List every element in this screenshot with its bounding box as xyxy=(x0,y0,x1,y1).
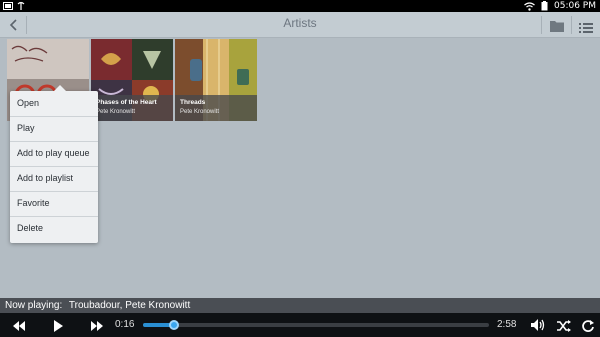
menu-item-play[interactable]: Play xyxy=(10,116,98,141)
album-tile[interactable]: Threads Pete Kronowitt xyxy=(175,39,257,121)
now-playing-bar[interactable]: Now playing: Troubadour, Pete Kronowitt xyxy=(0,298,600,313)
album-artist: Pete Kronowitt xyxy=(180,109,220,115)
context-menu: Open Play Add to play queue Add to playl… xyxy=(10,85,98,243)
folder-icon[interactable] xyxy=(549,18,565,32)
menu-item-favorite[interactable]: Favorite xyxy=(10,191,98,216)
now-playing-label: Now playing: xyxy=(5,300,63,311)
notification-icon xyxy=(3,1,13,10)
status-bar: 05:06 PM xyxy=(0,0,600,12)
album-title: Phases of the Heart xyxy=(96,99,157,106)
album-caption: Threads Pete Kronowitt xyxy=(175,95,257,121)
fast-forward-icon[interactable] xyxy=(90,318,104,332)
menu-item-add-to-playlist[interactable]: Add to playlist xyxy=(10,166,98,191)
wifi-icon xyxy=(524,1,535,11)
album-title: Threads xyxy=(180,99,206,106)
elapsed-time: 0:16 xyxy=(115,319,135,330)
menu-item-delete[interactable]: Delete xyxy=(10,216,98,241)
play-icon[interactable] xyxy=(52,318,64,332)
album-caption: Phases of the Heart Pete Kronowitt xyxy=(91,95,173,121)
now-playing-track: Troubadour, Pete Kronowitt xyxy=(68,300,191,311)
album-tile[interactable]: Phases of the Heart Pete Kronowitt xyxy=(91,39,173,121)
rewind-icon[interactable] xyxy=(12,318,26,332)
seek-bar[interactable] xyxy=(143,323,489,327)
menu-item-open[interactable]: Open xyxy=(10,91,98,116)
shuffle-icon[interactable] xyxy=(556,318,572,332)
divider xyxy=(541,16,542,34)
page-title: Artists xyxy=(283,16,317,30)
volume-icon[interactable] xyxy=(530,317,546,331)
artists-grid: Phases of the Heart Pete Kronowitt Threa… xyxy=(0,38,600,298)
list-icon[interactable] xyxy=(579,19,593,33)
seek-handle[interactable] xyxy=(169,320,180,330)
signal-icon xyxy=(17,1,25,10)
menu-item-add-to-play-queue[interactable]: Add to play queue xyxy=(10,141,98,166)
player-controls: 0:16 2:58 xyxy=(0,313,600,337)
status-time: 05:06 PM xyxy=(554,1,596,11)
battery-icon xyxy=(541,1,548,11)
repeat-icon[interactable] xyxy=(581,318,595,332)
action-bar: Artists xyxy=(0,12,600,38)
album-artist: Pete Kronowitt xyxy=(96,109,136,115)
divider xyxy=(571,16,572,34)
duration-time: 2:58 xyxy=(497,319,517,330)
